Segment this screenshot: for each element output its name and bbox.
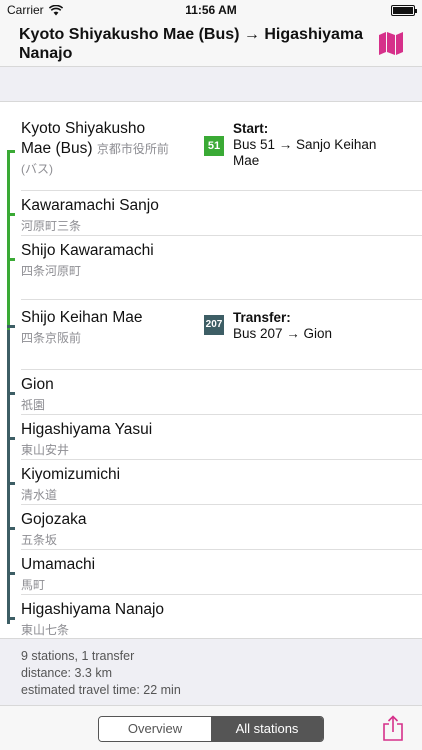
station-name-jp: 東山七条 xyxy=(21,623,70,637)
clock: 11:56 AM xyxy=(185,3,237,17)
page-title: Kyoto Shiyakusho Mae (Bus) → Higashiyama… xyxy=(19,26,364,62)
station-name-jp: 東山安井 xyxy=(21,443,70,457)
segment-overview[interactable]: Overview xyxy=(99,717,211,741)
map-icon[interactable] xyxy=(378,30,404,56)
station-name-jp-line2: (バス) xyxy=(21,162,53,176)
list-item[interactable]: Gion 祇園 xyxy=(21,370,422,415)
station-name: Umamachi xyxy=(21,556,96,573)
station-list: Kyoto Shiyakusho Mae (Bus) 京都市役所前 (バス) 5… xyxy=(0,102,422,638)
station-name-jp: 京都市役所前 xyxy=(96,142,169,156)
route-start-heading: Start: xyxy=(233,121,269,136)
summary-distance: distance: 3.3 km xyxy=(21,666,113,680)
station-name-line1: Kyoto Shiyakusho xyxy=(21,120,146,137)
list-item[interactable]: Kawaramachi Sanjo 河原町三条 xyxy=(21,191,422,236)
route-transfer-line1: Bus 207 → Gion xyxy=(233,326,333,341)
header-spacer xyxy=(0,67,422,102)
station-name: Higashiyama Yasui xyxy=(21,421,153,438)
station-name-jp: 四条京阪前 xyxy=(21,331,82,345)
station-name-jp: 四条河原町 xyxy=(21,264,82,278)
route-line-51 xyxy=(7,150,10,350)
summary-stations: 9 stations, 1 transfer xyxy=(21,649,135,663)
route-transfer-info: Transfer: Bus 207 → Gion xyxy=(233,310,332,342)
list-item[interactable]: Umamachi 馬町 xyxy=(21,550,422,595)
list-item[interactable]: Kiyomizumichi 清水道 xyxy=(21,460,422,505)
list-item[interactable]: Shijo Keihan Mae 四条京阪前 xyxy=(21,300,422,370)
share-icon[interactable] xyxy=(382,715,404,741)
station-marker xyxy=(7,392,15,395)
battery-icon xyxy=(391,5,417,16)
station-marker xyxy=(7,527,15,530)
station-marker xyxy=(7,258,15,261)
station-marker xyxy=(7,482,15,485)
list-item[interactable]: Higashiyama Nanajo 東山七条 xyxy=(21,595,422,638)
station-marker xyxy=(7,437,15,440)
station-name-jp: 清水道 xyxy=(21,488,58,502)
route-start-info: Start: Bus 51 → Sanjo Keihan Mae xyxy=(233,121,376,169)
station-name-jp: 河原町三条 xyxy=(21,219,82,233)
route-start-line2: Mae xyxy=(233,153,260,168)
bottom-toolbar: Overview All stations xyxy=(0,705,422,750)
trip-summary: 9 stations, 1 transfer distance: 3.3 km … xyxy=(0,638,422,705)
station-name: Kiyomizumichi xyxy=(21,466,121,483)
station-marker xyxy=(7,572,15,575)
route-badge-207: 207 xyxy=(204,315,224,335)
station-name: Higashiyama Nanajo xyxy=(21,601,165,618)
station-name: Kawaramachi Sanjo xyxy=(21,197,159,214)
status-bar: Carrier 11:56 AM xyxy=(0,0,422,20)
list-item[interactable]: Shijo Kawaramachi 四条河原町 xyxy=(21,236,422,300)
route-transfer-heading: Transfer: xyxy=(233,310,291,325)
station-name-line2: Mae (Bus) xyxy=(21,140,93,157)
station-name-jp: 馬町 xyxy=(21,578,46,592)
summary-travel-time: estimated travel time: 22 min xyxy=(21,683,181,697)
segment-all-stations[interactable]: All stations xyxy=(211,717,323,741)
list-item[interactable]: Gojozaka 五条坂 xyxy=(21,505,422,550)
station-marker xyxy=(7,213,15,216)
route-badge-51: 51 xyxy=(204,136,224,156)
station-marker xyxy=(7,325,15,328)
route-start-line1: Bus 51 → Sanjo Keihan xyxy=(233,137,377,152)
station-name: Shijo Keihan Mae xyxy=(21,309,143,326)
list-item[interactable]: Higashiyama Yasui 東山安井 xyxy=(21,415,422,460)
station-name: Gion xyxy=(21,376,54,393)
station-marker xyxy=(7,150,15,153)
station-name-jp: 祇園 xyxy=(21,398,46,412)
station-marker xyxy=(7,617,15,620)
view-segmented-control: Overview All stations xyxy=(98,716,324,742)
station-name: Shijo Kawaramachi xyxy=(21,242,154,259)
station-name-jp: 五条坂 xyxy=(21,533,58,547)
station-name: Kyoto Shiyakusho Mae (Bus) 京都市役所前 (バス) xyxy=(21,119,169,179)
station-name: Gojozaka xyxy=(21,511,87,528)
route-line-207 xyxy=(7,330,10,624)
navigation-bar: Kyoto Shiyakusho Mae (Bus) → Higashiyama… xyxy=(0,20,422,67)
